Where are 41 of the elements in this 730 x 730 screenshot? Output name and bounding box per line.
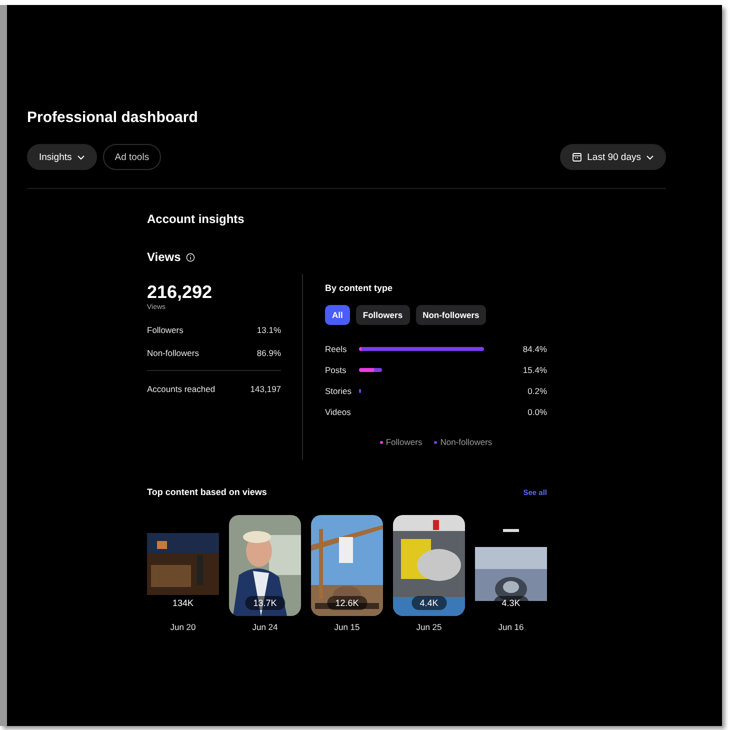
top-content-title: Top content based on views xyxy=(147,487,267,497)
filter-chip[interactable]: Followers xyxy=(356,305,410,325)
stat-label: Accounts reached xyxy=(147,384,216,394)
post-date: Jun 24 xyxy=(252,622,278,632)
content-type-value: 0.0% xyxy=(526,406,547,416)
content-type-label: Posts xyxy=(325,364,348,374)
view-count: 12.6K xyxy=(327,596,367,610)
nav-tab[interactable]: Ad tools xyxy=(102,144,162,170)
page-title: Professional dashboard xyxy=(27,109,199,126)
date-range-button[interactable]: Last 90 days xyxy=(560,144,666,170)
bar-fill xyxy=(359,368,382,372)
total-views: 216,292 xyxy=(147,282,214,303)
post-date: Jun 25 xyxy=(416,622,442,632)
post-date: Jun 16 xyxy=(498,622,524,632)
section-title: Account insights xyxy=(147,212,246,226)
chevron-icon xyxy=(646,154,654,160)
content-type-value: 15.4% xyxy=(522,364,547,374)
content-type-label: Videos xyxy=(325,406,352,416)
view-count: 4.4K xyxy=(412,596,446,610)
filter-chip[interactable]: Non-followers xyxy=(416,305,486,325)
content-type-label: Stories xyxy=(325,386,352,396)
calendar-icon xyxy=(572,152,582,162)
stat-label: Followers xyxy=(147,325,184,335)
nav-tab[interactable]: Insights xyxy=(27,144,97,170)
stat-value: 13.1% xyxy=(256,325,282,335)
content-type-value: 0.2% xyxy=(526,386,547,396)
content-type-value: 84.4% xyxy=(522,344,547,354)
legend-label: Non-followers xyxy=(440,437,492,447)
stat-value: 143,197 xyxy=(250,384,282,394)
view-count: 13.7K xyxy=(245,596,285,610)
views-title: Views xyxy=(147,250,181,264)
post-date: Jun 20 xyxy=(170,622,196,632)
stat-label: Non-followers xyxy=(147,348,199,358)
post-date: Jun 15 xyxy=(334,622,360,632)
chart-title: By content type xyxy=(325,283,394,293)
info-icon[interactable] xyxy=(186,252,195,262)
stat-value: 86.9% xyxy=(256,348,282,358)
chevron-icon xyxy=(76,154,85,160)
filter-chip[interactable]: All xyxy=(325,305,350,325)
content-type-label: Reels xyxy=(325,344,348,354)
legend-label: Followers xyxy=(386,437,422,447)
